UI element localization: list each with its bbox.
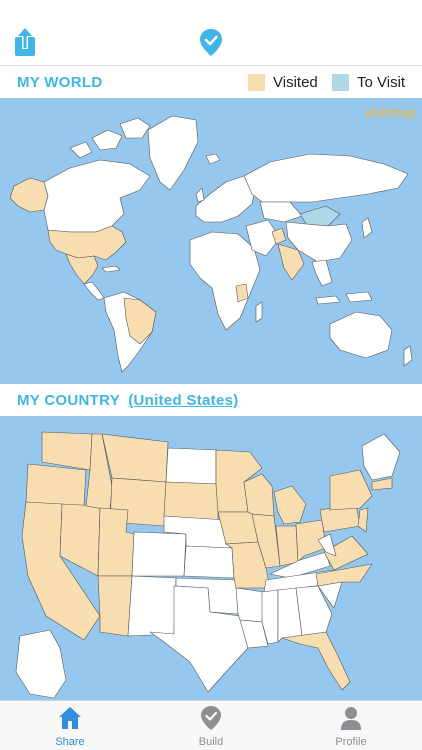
tab-profile-label: Profile	[335, 736, 367, 748]
mexico-region	[65, 253, 99, 285]
massachusetts-state	[371, 477, 393, 491]
new-york-state	[329, 469, 373, 511]
legend-visited: Visited	[248, 72, 318, 92]
mongolia-region	[299, 205, 341, 227]
world-section-header: MY WORLD Visited To Visit	[0, 66, 422, 98]
africa-region	[189, 231, 261, 331]
pin-check-icon	[199, 705, 223, 731]
tab-bar: Share Build Profile	[0, 700, 422, 750]
colorado-state	[131, 531, 187, 577]
legend-visited-label: Visited	[273, 73, 318, 91]
legend-visited-swatch	[248, 73, 265, 91]
share-icon[interactable]	[12, 28, 38, 58]
oregon-state	[25, 463, 87, 507]
world-section-title: MY WORLD	[17, 74, 103, 91]
visitmap-watermark: visitmap	[364, 104, 416, 120]
country-section-title: MY COUNTRY (United States)	[17, 392, 239, 409]
tab-share[interactable]: Share	[0, 701, 140, 750]
world-map-graphic	[9, 115, 413, 373]
tab-build-label: Build	[198, 736, 224, 748]
australia-region	[329, 311, 393, 359]
legend-to-visit-label: To Visit	[357, 73, 406, 91]
wisconsin-state	[243, 473, 275, 517]
tab-profile[interactable]: Profile	[281, 701, 421, 750]
country-map[interactable]	[0, 416, 422, 700]
montana-state	[101, 433, 169, 483]
alaska-region	[9, 177, 49, 213]
kansas-state	[183, 545, 235, 579]
home-icon	[58, 705, 82, 731]
country-map-graphic	[15, 431, 401, 699]
south-dakota-state	[163, 481, 219, 521]
country-section-title-text: MY COUNTRY	[17, 392, 120, 409]
canada-region	[43, 159, 151, 233]
legend-to-visit-swatch	[332, 73, 349, 91]
alaska-inset	[15, 629, 67, 699]
location-pin-icon[interactable]	[198, 28, 224, 58]
washington-state	[41, 431, 93, 471]
tab-build[interactable]: Build	[141, 701, 281, 750]
north-dakota-state	[165, 447, 217, 485]
new-jersey-state	[357, 507, 369, 533]
indiana-state	[275, 525, 299, 567]
country-selector-link[interactable]: (United States)	[128, 392, 238, 409]
russia-region	[243, 153, 409, 203]
michigan-state	[273, 485, 307, 525]
greenland-region	[147, 115, 199, 191]
legend-to-visit: To Visit	[332, 72, 405, 92]
person-icon	[339, 705, 363, 731]
arizona-state	[97, 575, 133, 637]
arkansas-state	[235, 587, 265, 623]
florida-state	[281, 631, 351, 691]
country-section-header: MY COUNTRY (United States)	[0, 384, 422, 416]
new-england-states	[361, 433, 401, 481]
world-map[interactable]: visitmap	[0, 98, 422, 384]
top-toolbar	[0, 0, 422, 66]
new-mexico-state	[127, 575, 177, 637]
tab-share-label: Share	[55, 736, 85, 748]
